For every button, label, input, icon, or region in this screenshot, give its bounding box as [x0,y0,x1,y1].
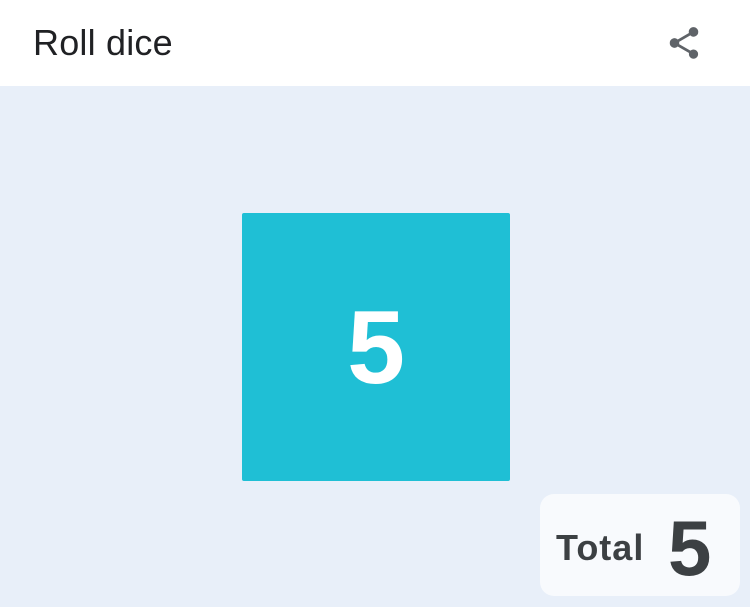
total-label: Total [556,527,645,568]
total-card: Total 5 [540,494,740,596]
dice-stage: 5 Total 5 [0,86,750,607]
total-value: 5 [668,504,712,592]
app-header: Roll dice [0,0,750,86]
share-button[interactable] [660,19,708,67]
die-value: 5 [347,290,405,406]
share-icon [669,27,699,59]
die[interactable]: 5 [242,213,510,481]
page-title: Roll dice [33,22,173,63]
